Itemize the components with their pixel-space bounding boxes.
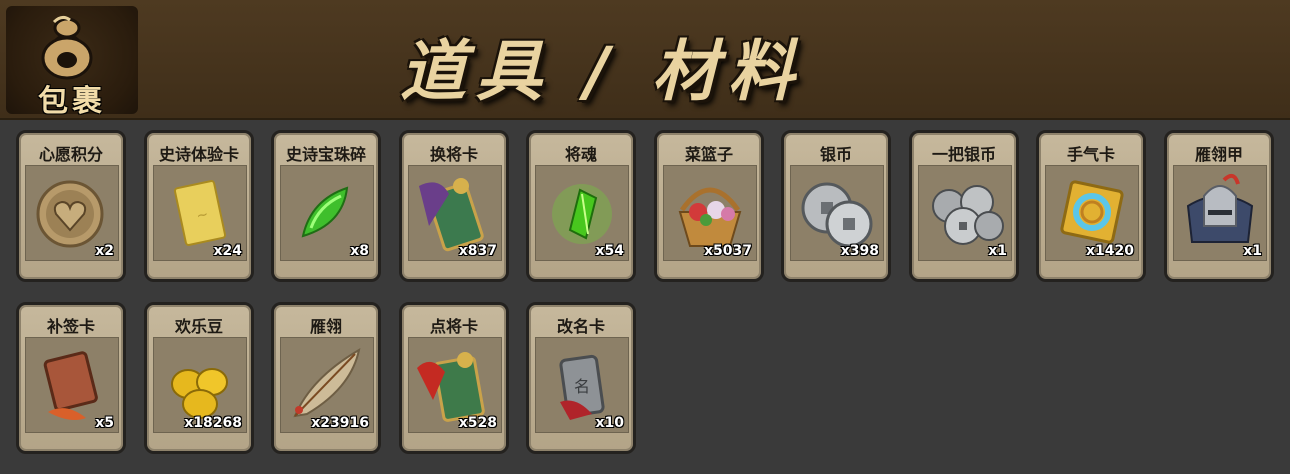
item-icon-slot: x528 bbox=[408, 337, 502, 433]
item-icon-slot: x2 bbox=[25, 165, 119, 261]
svg-text:名: 名 bbox=[574, 377, 590, 396]
item-card[interactable]: 手气卡 x1420 bbox=[1036, 130, 1146, 282]
item-count: x10 bbox=[595, 415, 624, 431]
page-title: 道具 / 材料 bbox=[400, 33, 805, 110]
item-name: 换将卡 bbox=[429, 145, 478, 164]
item-icon-slot: x23916 bbox=[280, 337, 374, 433]
item-name: 菜篮子 bbox=[684, 145, 733, 164]
item-count: x1 bbox=[988, 243, 1007, 259]
item-count: x54 bbox=[595, 243, 624, 259]
item-card[interactable]: 史诗宝珠碎 x8 bbox=[271, 130, 381, 282]
item-count: x23916 bbox=[311, 415, 369, 431]
item-count: x528 bbox=[458, 415, 497, 431]
header-bar: 包裹 道具 / 材料 bbox=[0, 0, 1290, 120]
item-card[interactable]: 菜篮子 x5037 bbox=[654, 130, 764, 282]
item-name: 心愿积分 bbox=[38, 145, 103, 164]
item-icon-slot: x18268 bbox=[153, 337, 247, 433]
item-name: 史诗体验卡 bbox=[158, 145, 239, 164]
item-icon-slot: x1 bbox=[1173, 165, 1267, 261]
item-icon-slot: x5037 bbox=[663, 165, 757, 261]
item-name: 将魂 bbox=[564, 145, 597, 164]
item-count: x5 bbox=[95, 415, 114, 431]
item-count: x18268 bbox=[184, 415, 242, 431]
item-icon-slot: x8 bbox=[280, 165, 374, 261]
item-icon-slot: x1 bbox=[918, 165, 1012, 261]
item-name: 雁翎 bbox=[309, 317, 342, 336]
item-card[interactable]: 将魂 x54 bbox=[526, 130, 636, 282]
item-count: x1420 bbox=[1086, 243, 1134, 259]
item-card[interactable]: 补签卡 x5 bbox=[16, 302, 126, 454]
item-icon-slot: x398 bbox=[790, 165, 884, 261]
item-icon-slot: x1420 bbox=[1045, 165, 1139, 261]
item-card[interactable]: 雁翎甲 x1 bbox=[1164, 130, 1274, 282]
item-count: x8 bbox=[350, 243, 369, 259]
item-name: 欢乐豆 bbox=[174, 317, 223, 336]
item-card[interactable]: 史诗体验卡 ~ x24 bbox=[144, 130, 254, 282]
item-name: 手气卡 bbox=[1066, 145, 1115, 164]
item-count: x2 bbox=[95, 243, 114, 259]
item-card[interactable]: 心愿积分 x2 bbox=[16, 130, 126, 282]
item-card[interactable]: 银币 x398 bbox=[781, 130, 891, 282]
item-icon-slot: x837 bbox=[408, 165, 502, 261]
item-name: 改名卡 bbox=[556, 317, 605, 336]
item-count: x5037 bbox=[704, 243, 752, 259]
item-card[interactable]: 欢乐豆 x18268 bbox=[144, 302, 254, 454]
item-name: 银币 bbox=[819, 145, 852, 164]
item-card[interactable]: 换将卡 x837 bbox=[399, 130, 509, 282]
bag-badge[interactable]: 包裹 bbox=[6, 6, 138, 119]
item-count: x837 bbox=[458, 243, 497, 259]
item-icon-slot: ~ x24 bbox=[153, 165, 247, 261]
item-icon-slot: x54 bbox=[535, 165, 629, 261]
item-count: x398 bbox=[840, 243, 879, 259]
item-count: x24 bbox=[213, 243, 242, 259]
item-name: 一把银币 bbox=[931, 145, 996, 164]
item-card[interactable]: 雁翎 x23916 bbox=[271, 302, 381, 454]
item-card[interactable]: 改名卡名 x10 bbox=[526, 302, 636, 454]
item-name: 点将卡 bbox=[429, 317, 478, 336]
bag-icon bbox=[41, 15, 93, 80]
item-card[interactable]: 点将卡 x528 bbox=[399, 302, 509, 454]
item-name: 雁翎甲 bbox=[1194, 145, 1243, 164]
item-name: 史诗宝珠碎 bbox=[285, 145, 366, 164]
item-icon-slot: 名 x10 bbox=[535, 337, 629, 433]
item-name: 补签卡 bbox=[46, 317, 95, 336]
item-count: x1 bbox=[1243, 243, 1262, 259]
item-icon-slot: x5 bbox=[25, 337, 119, 433]
badge-label: 包裹 bbox=[38, 84, 106, 119]
item-card[interactable]: 一把银币 x1 bbox=[909, 130, 1019, 282]
